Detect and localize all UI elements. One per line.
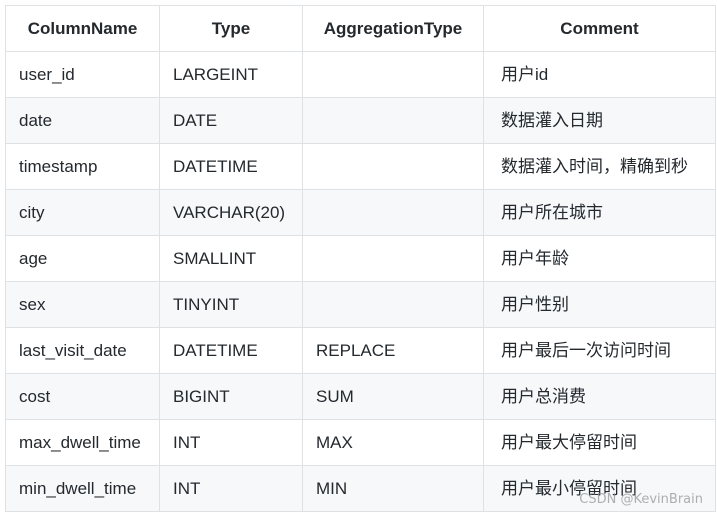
cell-type: TINYINT (159, 281, 303, 328)
cell-type: VARCHAR(20) (159, 189, 303, 236)
table-header-row: ColumnName Type AggregationType Comment (5, 5, 716, 52)
cell-column-name: timestamp (5, 143, 160, 190)
header-column-name: ColumnName (5, 5, 160, 52)
cell-comment: 用户所在城市 (483, 189, 716, 236)
table-row: last_visit_date DATETIME REPLACE 用户最后一次访… (5, 327, 716, 374)
table-row: sex TINYINT 用户性别 (5, 281, 716, 328)
cell-column-name: date (5, 97, 160, 144)
cell-column-name: user_id (5, 51, 160, 98)
cell-column-name: last_visit_date (5, 327, 160, 374)
cell-aggregation-type: REPLACE (302, 327, 484, 374)
cell-comment: 数据灌入日期 (483, 97, 716, 144)
cell-type: INT (159, 419, 303, 466)
cell-type: LARGEINT (159, 51, 303, 98)
cell-aggregation-type: SUM (302, 373, 484, 420)
cell-comment: 用户最小停留时间 (483, 465, 716, 512)
cell-aggregation-type: MAX (302, 419, 484, 466)
cell-column-name: city (5, 189, 160, 236)
table-row: max_dwell_time INT MAX 用户最大停留时间 (5, 419, 716, 466)
table-row: city VARCHAR(20) 用户所在城市 (5, 189, 716, 236)
cell-column-name: max_dwell_time (5, 419, 160, 466)
cell-aggregation-type: MIN (302, 465, 484, 512)
cell-column-name: cost (5, 373, 160, 420)
cell-column-name: sex (5, 281, 160, 328)
schema-table-container: ColumnName Type AggregationType Comment … (5, 5, 716, 512)
table-row: cost BIGINT SUM 用户总消费 (5, 373, 716, 420)
cell-comment: 用户最后一次访问时间 (483, 327, 716, 374)
header-aggregation-type: AggregationType (302, 5, 484, 52)
cell-type: SMALLINT (159, 235, 303, 282)
cell-comment: 数据灌入时间，精确到秒 (483, 143, 716, 190)
cell-column-name: age (5, 235, 160, 282)
cell-aggregation-type (302, 51, 484, 98)
cell-type: DATETIME (159, 327, 303, 374)
cell-type: DATETIME (159, 143, 303, 190)
cell-aggregation-type (302, 97, 484, 144)
cell-type: INT (159, 465, 303, 512)
cell-aggregation-type (302, 281, 484, 328)
cell-comment: 用户性别 (483, 281, 716, 328)
cell-comment: 用户最大停留时间 (483, 419, 716, 466)
header-type: Type (159, 5, 303, 52)
cell-comment: 用户id (483, 51, 716, 98)
header-comment: Comment (483, 5, 716, 52)
cell-type: DATE (159, 97, 303, 144)
cell-aggregation-type (302, 143, 484, 190)
cell-type: BIGINT (159, 373, 303, 420)
schema-table: ColumnName Type AggregationType Comment … (5, 5, 716, 512)
table-row: timestamp DATETIME 数据灌入时间，精确到秒 (5, 143, 716, 190)
cell-column-name: min_dwell_time (5, 465, 160, 512)
cell-aggregation-type (302, 235, 484, 282)
table-row: date DATE 数据灌入日期 (5, 97, 716, 144)
table-row: age SMALLINT 用户年龄 (5, 235, 716, 282)
table-row: min_dwell_time INT MIN 用户最小停留时间 (5, 465, 716, 512)
cell-comment: 用户年龄 (483, 235, 716, 282)
table-row: user_id LARGEINT 用户id (5, 51, 716, 98)
cell-comment: 用户总消费 (483, 373, 716, 420)
cell-aggregation-type (302, 189, 484, 236)
